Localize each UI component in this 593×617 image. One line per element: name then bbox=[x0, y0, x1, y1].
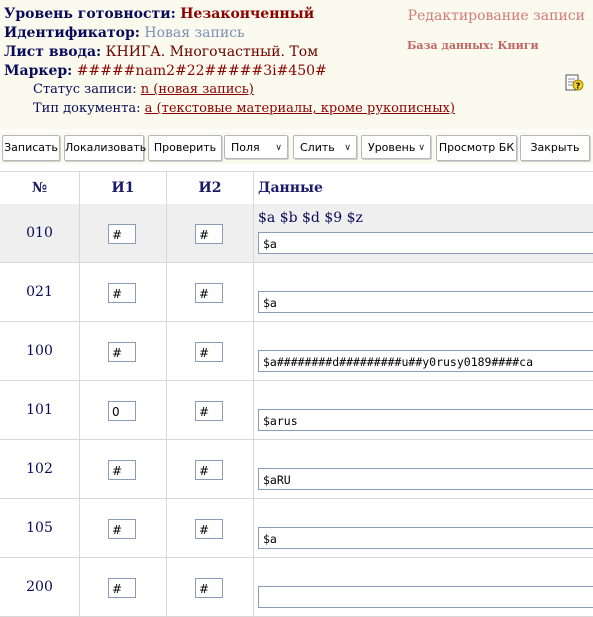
field-tag: 021 bbox=[0, 263, 80, 321]
field-tag: 105 bbox=[0, 499, 80, 557]
table-row: 010 # # $a $b $d $9 $z $a bbox=[0, 204, 593, 263]
table-row: 101 0 # $arus bbox=[0, 381, 593, 440]
chevron-down-icon: ∨ bbox=[418, 143, 425, 153]
table-row: 021 # # $a bbox=[0, 263, 593, 322]
i2-cell: # bbox=[167, 322, 254, 380]
localize-button[interactable]: Локализовать bbox=[64, 135, 146, 161]
field-data-input[interactable]: $arus bbox=[258, 409, 593, 431]
field-data-input[interactable]: $aRU bbox=[258, 468, 593, 490]
readiness-label: Уровень готовности: bbox=[4, 6, 176, 22]
fields-menu-button[interactable]: Поля ∨ bbox=[224, 135, 288, 159]
i2-cell: # bbox=[167, 381, 254, 439]
col-header-i2: И2 bbox=[167, 172, 254, 204]
table-row: 105 # # $a bbox=[0, 499, 593, 558]
record-header: Уровень готовности: Незаконченный Иденти… bbox=[0, 0, 593, 130]
check-button[interactable]: Проверить bbox=[148, 135, 222, 161]
input-sheet-label: Лист ввода: bbox=[4, 44, 102, 60]
level-menu-button[interactable]: Уровень ∨ bbox=[361, 135, 431, 159]
identifier-line: Идентификатор: Новая запись bbox=[4, 25, 245, 41]
i2-cell: # bbox=[167, 558, 254, 616]
level-menu-label: Уровень bbox=[368, 141, 416, 154]
i2-cell: # bbox=[167, 204, 254, 262]
merge-menu-button[interactable]: Слить ∨ bbox=[293, 135, 357, 159]
indicator1-input[interactable]: 0 bbox=[108, 401, 136, 421]
indicator2-input[interactable]: # bbox=[195, 342, 223, 362]
field-tag: 102 bbox=[0, 440, 80, 498]
field-data-input[interactable]: $a########d#########u##y0rusy0189####ca bbox=[258, 350, 593, 372]
doc-type-label: Тип документа: bbox=[33, 101, 141, 116]
indicator1-input[interactable]: # bbox=[108, 578, 136, 598]
save-button[interactable]: Записать bbox=[2, 135, 60, 161]
table-row: 200 # # bbox=[0, 558, 593, 617]
doc-type-line: Тип документа: a (текстовые материалы, к… bbox=[33, 101, 455, 117]
page-title: Редактирование записи bbox=[407, 8, 585, 24]
input-sheet-value: КНИГА. Многочастный. Том bbox=[105, 44, 319, 60]
fields-menu-label: Поля bbox=[231, 141, 260, 154]
indicator1-input[interactable]: # bbox=[108, 342, 136, 362]
indicator2-input[interactable]: # bbox=[195, 578, 223, 598]
readiness-value: Незаконченный bbox=[180, 6, 315, 22]
i1-cell: # bbox=[80, 204, 167, 262]
indicator1-input[interactable]: # bbox=[108, 519, 136, 539]
marker-value: #####nam2#22#####3i#450# bbox=[76, 63, 327, 79]
close-button[interactable]: Закрыть bbox=[520, 135, 590, 161]
field-data-input[interactable]: $a bbox=[258, 527, 593, 549]
chevron-down-icon: ∨ bbox=[275, 143, 282, 153]
field-data-input[interactable]: $a bbox=[258, 232, 593, 254]
toolbar: Записать Локализовать Проверить Поля ∨ С… bbox=[0, 132, 593, 164]
i1-cell: 0 bbox=[80, 381, 167, 439]
doc-type-link[interactable]: a (текстовые материалы, кроме рукописных… bbox=[145, 101, 455, 116]
database-label: База данных: Книги bbox=[407, 39, 539, 52]
i2-cell: # bbox=[167, 499, 254, 557]
indicator2-input[interactable]: # bbox=[195, 283, 223, 303]
col-header-num: № bbox=[0, 172, 80, 204]
record-status-label: Статус записи: bbox=[33, 82, 137, 97]
indicator2-input[interactable]: # bbox=[195, 224, 223, 244]
subfield-hint: $a $b $d $9 $z bbox=[258, 210, 363, 226]
identifier-label: Идентификатор: bbox=[4, 25, 140, 41]
indicator2-input[interactable]: # bbox=[195, 401, 223, 421]
record-status-line: Статус записи: n (новая запись) bbox=[33, 82, 254, 98]
i1-cell: # bbox=[80, 499, 167, 557]
i1-cell: # bbox=[80, 322, 167, 380]
field-tag: 200 bbox=[0, 558, 80, 616]
help-icon[interactable]: ? bbox=[564, 73, 584, 93]
field-tag: 010 bbox=[0, 204, 80, 262]
identifier-value: Новая запись bbox=[144, 25, 245, 41]
field-data-input[interactable] bbox=[258, 586, 593, 608]
table-header-row: № И1 И2 Данные bbox=[0, 171, 593, 205]
input-sheet-line: Лист ввода: КНИГА. Многочастный. Том bbox=[4, 44, 318, 60]
i1-cell: # bbox=[80, 440, 167, 498]
record-status-link[interactable]: n (новая запись) bbox=[141, 82, 254, 97]
field-tag: 100 bbox=[0, 322, 80, 380]
table-row: 102 # # $aRU bbox=[0, 440, 593, 499]
merge-menu-label: Слить bbox=[300, 141, 335, 154]
field-tag: 101 bbox=[0, 381, 80, 439]
preview-button[interactable]: Просмотр БК bbox=[436, 135, 517, 161]
col-header-i1: И1 bbox=[80, 172, 167, 204]
field-data-input[interactable]: $a bbox=[258, 291, 593, 313]
marker-line: Маркер: #####nam2#22#####3i#450# bbox=[4, 63, 327, 79]
indicator2-input[interactable]: # bbox=[195, 460, 223, 480]
indicator1-input[interactable]: # bbox=[108, 224, 136, 244]
i2-cell: # bbox=[167, 440, 254, 498]
indicator1-input[interactable]: # bbox=[108, 460, 136, 480]
i1-cell: # bbox=[80, 558, 167, 616]
table-row: 100 # # $a########d#########u##y0rusy0189##… bbox=[0, 322, 593, 381]
i2-cell: # bbox=[167, 263, 254, 321]
chevron-down-icon: ∨ bbox=[344, 143, 351, 153]
svg-text:?: ? bbox=[576, 82, 581, 91]
fields-table: № И1 И2 Данные 010 # # $a $b $d $9 $z $a 021 #… bbox=[0, 171, 593, 617]
readiness-line: Уровень готовности: Незаконченный bbox=[4, 6, 314, 22]
indicator1-input[interactable]: # bbox=[108, 283, 136, 303]
marker-label: Маркер: bbox=[4, 63, 73, 79]
i1-cell: # bbox=[80, 263, 167, 321]
col-header-data: Данные bbox=[258, 180, 323, 196]
indicator2-input[interactable]: # bbox=[195, 519, 223, 539]
